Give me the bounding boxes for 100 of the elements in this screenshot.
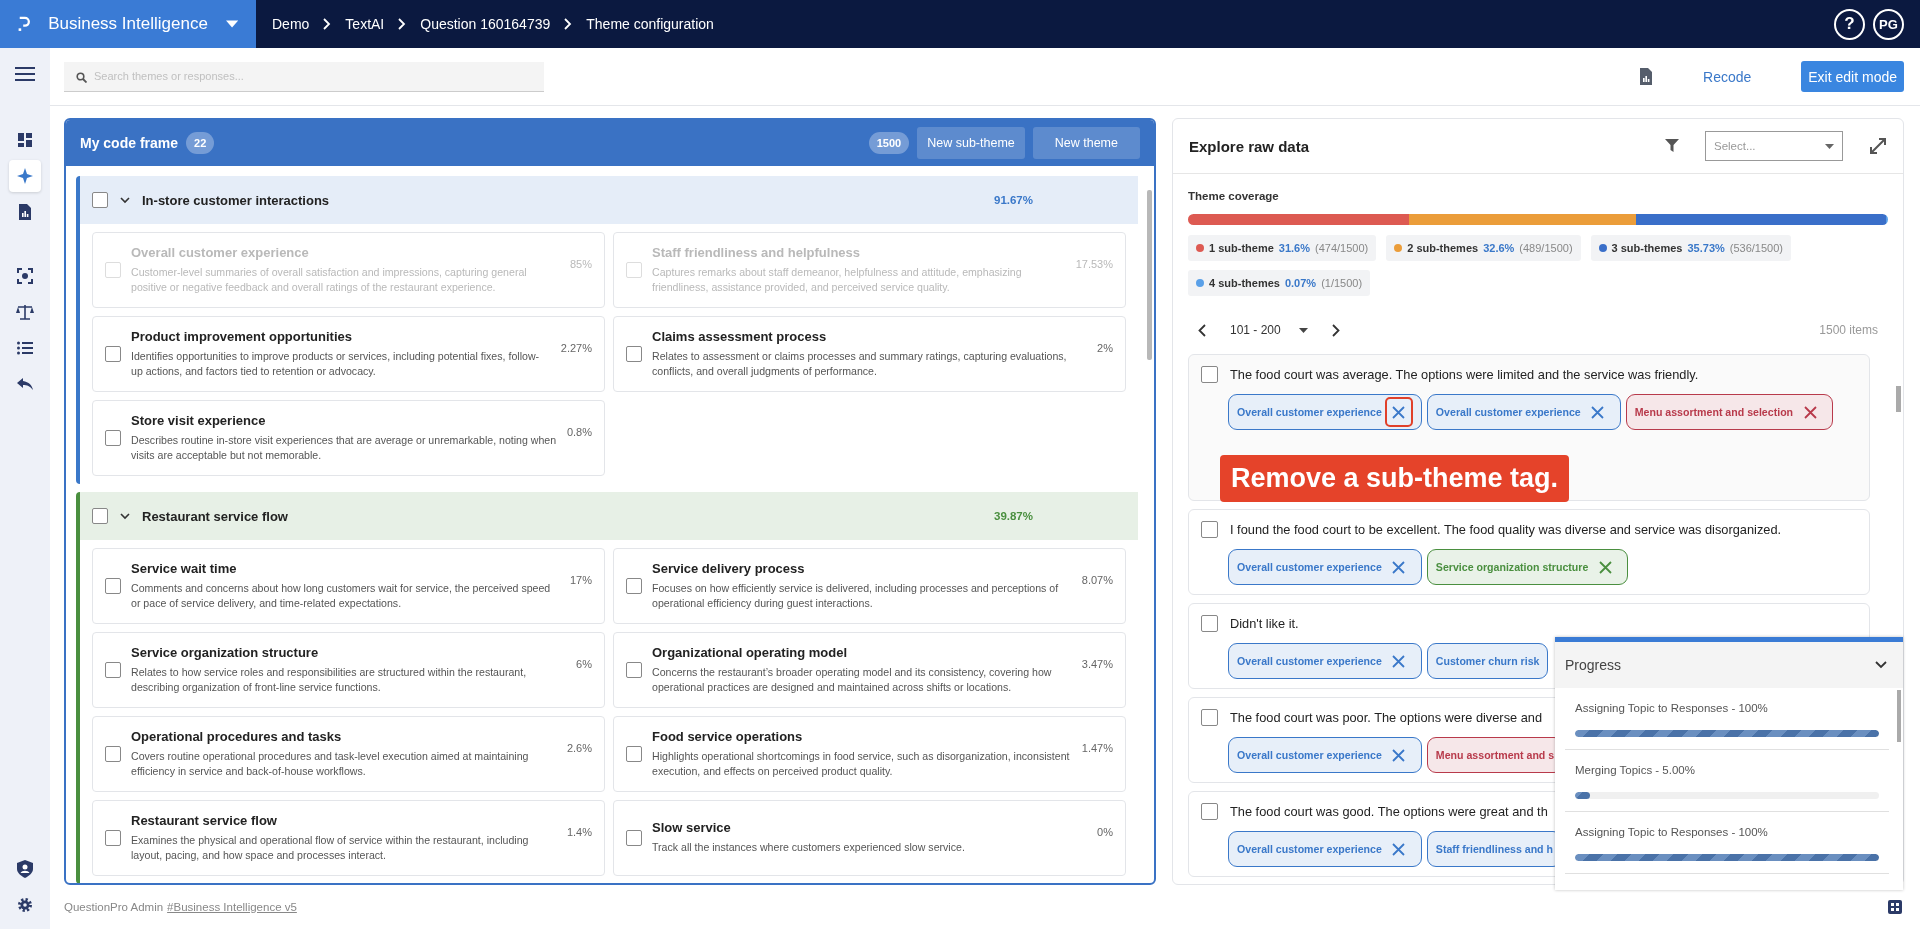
user-avatar[interactable]: PG [1873,8,1904,40]
theme-percentage: 91.67% [994,194,1033,206]
sub-theme-name: Organizational operating model [652,644,849,660]
sub-theme-card[interactable]: Service delivery process Focuses on how efficiently service is delivered, including processes and perceptions of operational efficiency during guest interactions. 8.07% [613,548,1126,624]
checkbox[interactable] [105,346,121,362]
close-icon [1392,560,1406,574]
sub-theme-description: Relates to how service roles and responsibilities are structured within the restaurant, describing organization of front-line service functions. [131,664,528,695]
checkbox[interactable] [105,430,121,446]
sub-theme-percentage: 85% [569,258,592,270]
checkbox[interactable] [626,662,642,678]
exit-edit-mode-button[interactable]: Exit edit mode [1801,61,1904,92]
sub-theme-name: Slow service [652,820,732,836]
sub-theme-tag: Menu assortment and selection [1625,394,1834,430]
theme-name: Restaurant service flow [142,508,288,524]
remove-tag-button[interactable] [1384,397,1413,427]
checkbox[interactable] [1201,615,1218,632]
recode-button[interactable]: Recode [1703,68,1752,85]
theme-count: 22 [186,132,215,154]
scrollbar[interactable] [1897,690,1901,742]
expand-icon[interactable] [1869,137,1887,155]
help-button[interactable]: ? [1834,8,1865,40]
sub-theme-description: Customer-level summaries of overall satisfaction and impressions, capturing general positive or negative feedback and overall ratings of the restaurant experience. [131,264,528,295]
response-text: Didn't like it. [1230,616,1299,631]
checkbox[interactable] [105,830,121,846]
checkbox[interactable] [626,830,642,846]
sub-theme-tag: Overall customer experience [1228,737,1422,773]
sub-theme-card[interactable]: Store visit experience Describes routine in-store visit experiences that are average or unremarkable, noting when visits are acceptable but not memorable. 0.8% [92,400,605,476]
checkbox[interactable] [626,578,642,594]
sub-theme-card[interactable]: Food service operations Highlights operational shortcomings in food service, such as disorganization, inconsistent execution, and effects on perceived product quality. 1.47% [613,716,1126,792]
checkbox[interactable] [1201,521,1218,538]
breadcrumb-link[interactable]: TextAI [345,16,385,32]
chevron-right-icon[interactable] [1331,323,1340,337]
chevron-right-icon [323,18,332,30]
sub-theme-tag: Overall customer experience [1228,394,1422,430]
breadcrumb-link[interactable]: Demo [272,16,310,32]
filter-icon[interactable] [1665,139,1679,153]
sub-theme-tag: Overall customer experience [1228,549,1422,585]
legend-count: (474/1500) [1315,242,1369,254]
report-icon[interactable] [1639,68,1653,85]
checkbox[interactable] [626,746,642,762]
sub-theme-tag: Customer churn risk [1426,643,1549,679]
close-icon [1392,748,1406,762]
task-label: Assigning Topic to Responses - 100% [1575,826,1769,838]
sub-theme-percentage: 2% [1097,342,1113,354]
scrollbar[interactable] [1896,386,1901,412]
chevron-down-icon[interactable] [1875,661,1887,669]
chevron-down-icon[interactable] [120,512,130,520]
sub-theme-card[interactable]: Organizational operating model Concerns the restaurant’s broader operating model and its consistency, covering how operational practices are designed and maintained across shifts or locations. 3.47% [613,632,1126,708]
legend-label: 4 sub-themes [1209,277,1280,289]
grid-icon[interactable] [1888,900,1902,914]
list-icon [17,341,33,355]
sub-theme-name: Store visit experience [131,412,267,428]
sub-theme-description: Comments and concerns about how long customers wait for service, the perceived speed or pace of service delivery, and time-related expectations. [131,580,552,611]
sub-theme-name: Service organization structure [131,644,320,660]
checkbox[interactable] [105,662,121,678]
legend-count: (536/1500) [1729,242,1783,254]
sub-theme-card[interactable]: Service organization structure Relates to how service roles and responsibilities are structured within the restaurant, describing organization of front-line service functions. 6% [92,632,605,708]
checkbox[interactable] [1201,366,1218,383]
close-icon [1392,842,1406,856]
checkbox[interactable] [1201,803,1218,820]
sub-theme-percentage: 0% [1097,826,1113,838]
version-link[interactable]: #Business Intelligence v5 [167,901,297,913]
sub-theme-name: Overall customer experience [131,244,310,260]
sub-theme-description: Relates to assessment or claims processes and summary ratings, capturing evaluations, conflicts, and overall judgments of performance. [652,348,1068,379]
sub-theme-percentage: 0.8% [566,426,592,438]
search-icon [76,71,87,83]
chevron-down-icon[interactable] [120,196,130,204]
close-icon [1591,405,1605,419]
close-icon [1392,405,1406,419]
section-title: Theme coverage [1188,190,1280,202]
sub-theme-percentage: 2.27% [560,342,592,354]
checkbox[interactable] [105,578,121,594]
legend-count: (1/1500) [1321,277,1363,289]
checkbox[interactable] [626,346,642,362]
page-range-dropdown[interactable]: 101 - 200 [1230,323,1308,337]
sub-theme-card[interactable]: Slow service Track all the instances where customers experienced slow service. 0% [613,800,1126,876]
scale-icon [16,304,34,320]
legend-percentage: 35.73% [1687,242,1725,254]
app-switcher[interactable]: Business Intelligence [0,0,256,48]
sub-theme-card[interactable]: Claims assessment process Relates to assessment or claims processes and summary ratings, capturing evaluations, conflicts, and overall judgments of performance. 2% [613,316,1126,392]
breadcrumb-link[interactable]: Question 160164739 [420,16,551,32]
checkbox[interactable] [105,746,121,762]
chevron-left-icon[interactable] [1198,323,1206,337]
sub-theme-card[interactable]: Restaurant service flow Examines the physical and operational flow of service within the restaurant, including layout, pacing, and how space and processes interact. 1.4% [92,800,605,876]
sub-theme-description: Track all the instances where customers experienced slow service. [652,840,966,856]
sub-theme-card[interactable]: Product improvement opportunities Identifies opportunities to improve products or services, including potential fixes, follow-up actions, and factors tied to retention or advocacy. 2.27% [92,316,605,392]
task-label: Merging Topics - 5.00% [1575,764,1696,776]
sub-theme-card[interactable]: Service wait time Comments and concerns about how long customers wait for service, the perceived speed or pace of service delivery, and time-related expectations. 17% [92,548,605,624]
sub-theme-name: Restaurant service flow [131,812,278,828]
checkbox[interactable] [1201,709,1218,726]
checkbox[interactable] [92,508,108,524]
checkbox[interactable] [92,192,108,208]
user-shield-icon [17,860,33,878]
response-text: The food court was average. The options were limited and the service was friendly. [1230,367,1699,382]
legend-percentage: 32.6% [1483,242,1515,254]
legend-percentage: 0.07% [1284,277,1317,289]
sub-theme-card[interactable]: Operational procedures and tasks Covers routine operational procedures and task-level execution aimed at maintaining efficiency in service and back-of-house workflows. 2.6% [92,716,605,792]
sub-theme-name: Service delivery process [652,560,806,576]
sub-theme-percentage: 1.47% [1081,742,1113,754]
scrollbar[interactable] [1147,190,1152,360]
